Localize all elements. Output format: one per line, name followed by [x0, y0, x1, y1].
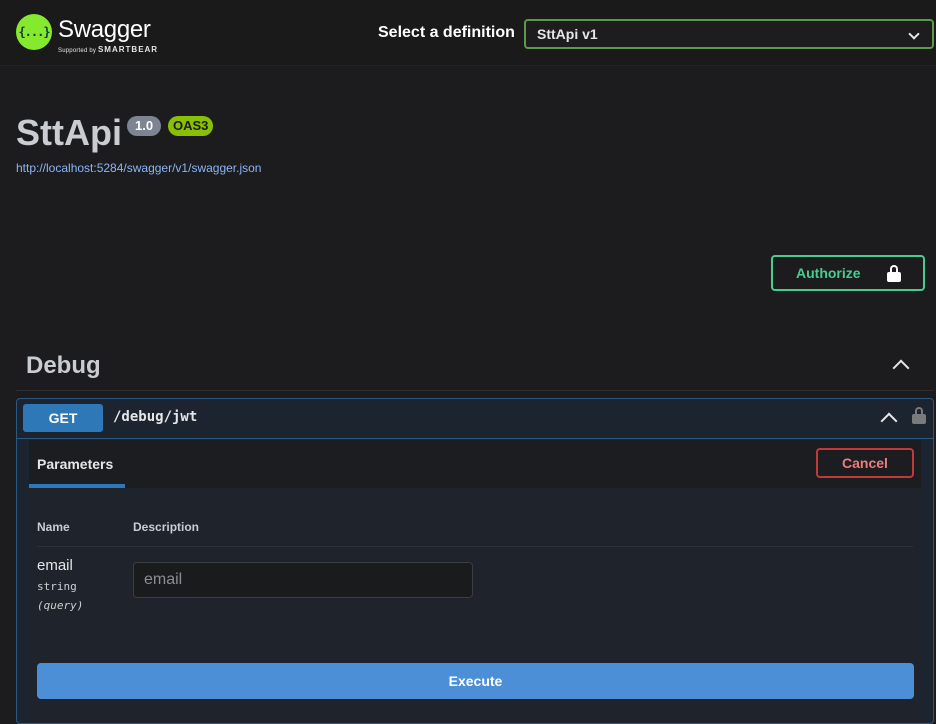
brand-sub-company: SMARTBEAR — [97, 45, 159, 54]
spec-url-link[interactable]: http://localhost:5284/swagger/v1/swagger… — [16, 161, 261, 175]
tag-collapse-chevron-up-icon[interactable] — [892, 359, 910, 377]
operation-block: GET /debug/jwt Parameters Cancel Name De… — [16, 398, 934, 724]
brand-subtitle: Supported by SMARTBEAR — [58, 45, 158, 54]
chevron-down-icon — [908, 28, 920, 40]
tag-divider — [16, 390, 934, 391]
parameters-header: Parameters Cancel — [29, 440, 921, 488]
cancel-button[interactable]: Cancel — [816, 448, 914, 478]
parameter-location: (query) — [37, 599, 84, 612]
operation-path: /debug/jwt — [113, 409, 198, 425]
definition-select[interactable]: SttApi v1 — [524, 19, 934, 49]
column-header-name: Name — [37, 520, 70, 534]
execute-button[interactable]: Execute — [37, 663, 914, 699]
oas-badge: OAS3 — [168, 116, 214, 136]
lock-icon[interactable] — [912, 407, 926, 424]
version-badge: 1.0 — [127, 116, 162, 136]
email-field[interactable] — [133, 562, 473, 598]
tab-parameters[interactable]: Parameters — [37, 456, 113, 472]
unlocked-icon — [887, 265, 901, 282]
select-definition-label: Select a definition — [378, 24, 515, 41]
brand-sub-prefix: Supported by — [58, 48, 97, 54]
authorize-label: Authorize — [796, 265, 861, 281]
brand-name[interactable]: Swagger — [58, 16, 151, 44]
tag-title[interactable]: Debug — [26, 352, 101, 380]
operation-collapse-chevron-up-icon[interactable] — [880, 412, 898, 430]
table-header-divider — [37, 546, 913, 547]
topbar: {...} Swagger Supported by SMARTBEAR Sel… — [0, 0, 936, 66]
swagger-logo-icon[interactable]: {...} — [16, 14, 52, 50]
definition-select-value: SttApi v1 — [537, 26, 598, 42]
method-badge: GET — [23, 404, 103, 432]
operation-summary[interactable]: GET /debug/jwt — [17, 399, 933, 439]
column-header-description: Description — [133, 520, 200, 534]
parameter-name: email — [37, 557, 73, 574]
logo-glyph: {...} — [18, 25, 50, 39]
parameters-table: Name Description email string (query) Ex… — [29, 488, 921, 723]
authorize-button[interactable]: Authorize — [771, 255, 925, 291]
api-title: SttApi — [16, 112, 122, 153]
parameter-type: string — [37, 580, 77, 593]
